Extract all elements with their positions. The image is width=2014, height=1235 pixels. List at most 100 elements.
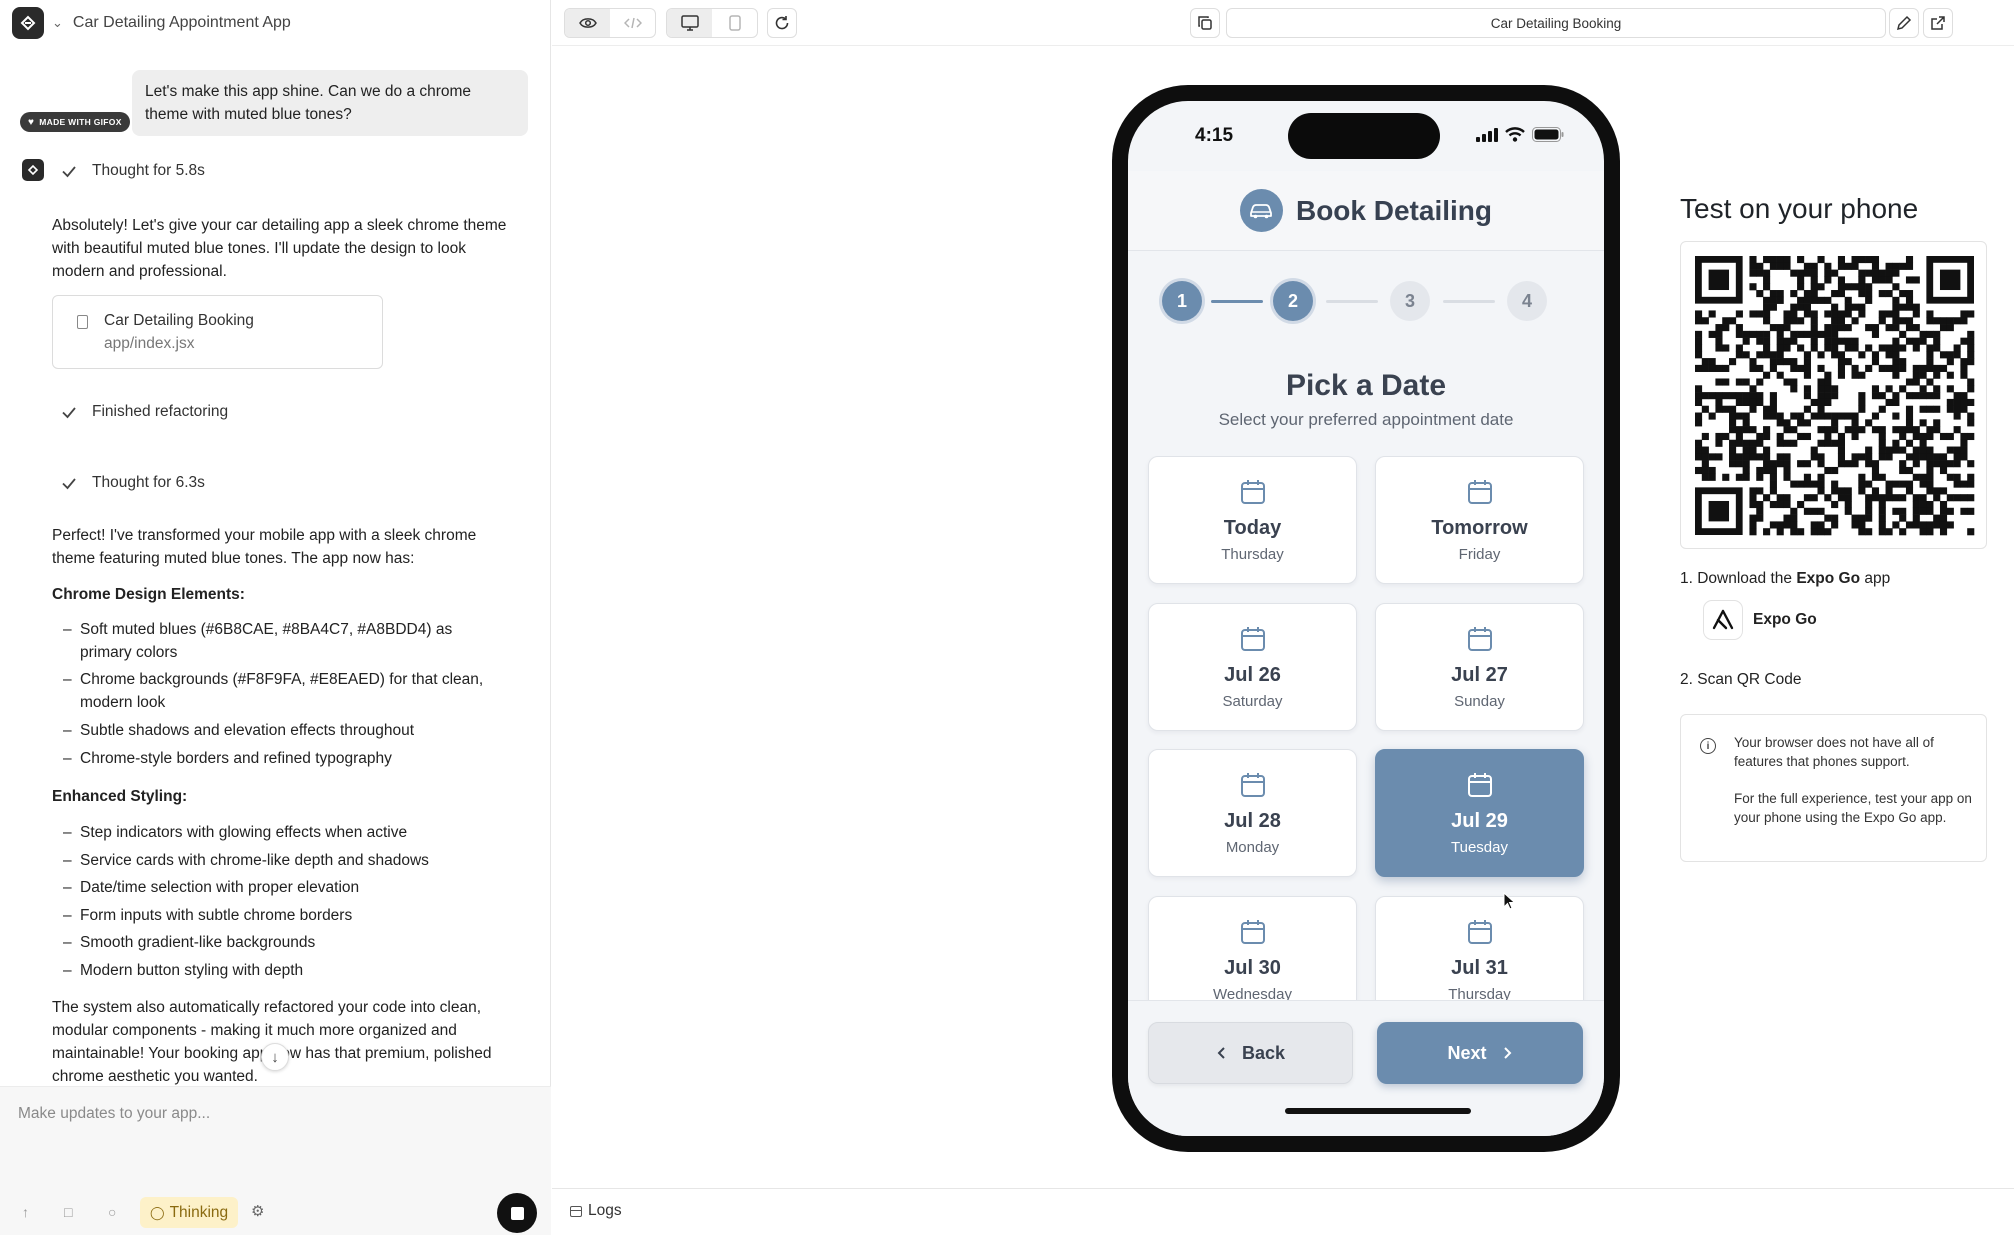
section-title-styling: Enhanced Styling: bbox=[52, 788, 188, 805]
stop-button[interactable] bbox=[497, 1193, 537, 1233]
thought-status-2[interactable]: Thought for 6.3s bbox=[60, 471, 205, 494]
file-icon bbox=[77, 315, 88, 329]
date-weekday: Wednesday bbox=[1213, 986, 1292, 1000]
page-subtitle: Select your preferred appointment date bbox=[1218, 410, 1514, 429]
refactor-status: Finished refactoring bbox=[60, 400, 228, 423]
date-label: Jul 31 bbox=[1451, 957, 1508, 979]
date-card-jul-26[interactable]: Jul 26 Saturday bbox=[1148, 603, 1357, 731]
step-2[interactable]: 2 bbox=[1273, 281, 1313, 321]
browser-warning: i Your browser does not have all of feat… bbox=[1680, 714, 1987, 862]
list-item: – Service cards with chrome-like depth an… bbox=[63, 852, 429, 869]
list-item: – Step indicators with glowing effects wh… bbox=[63, 824, 408, 841]
qr-code-image bbox=[1695, 256, 1975, 536]
qr-panel-title: Test on your phone bbox=[1680, 193, 1919, 224]
date-label: Jul 29 bbox=[1451, 810, 1508, 832]
heart-icon: ♥ bbox=[28, 116, 35, 128]
date-label: Today bbox=[1223, 517, 1282, 539]
dynamic-island bbox=[1288, 113, 1440, 159]
lightbulb-icon: ◯ bbox=[150, 1204, 165, 1220]
step-4[interactable]: 4 bbox=[1507, 281, 1547, 321]
wifi-icon bbox=[1505, 127, 1525, 142]
step-1[interactable]: 1 bbox=[1162, 281, 1202, 321]
step-indicator: 1 2 3 4 bbox=[1128, 251, 1604, 359]
scroll-down-button[interactable]: ↓ bbox=[261, 1043, 289, 1071]
thought-status-1[interactable]: Thought for 5.8s bbox=[60, 159, 205, 182]
device-group bbox=[666, 8, 758, 38]
chat-header: ⌄ Car Detailing Appointment App bbox=[0, 0, 551, 46]
calendar-icon bbox=[1468, 480, 1492, 504]
desktop-icon[interactable] bbox=[667, 9, 712, 37]
calendar-icon bbox=[1468, 773, 1492, 797]
preview-eye-icon[interactable] bbox=[565, 9, 610, 37]
warning-text-1: Your browser does not have all of featur… bbox=[1734, 735, 1934, 769]
app-logo-icon[interactable] bbox=[12, 7, 44, 39]
list-item: – Soft muted blues (#6B8CAE, #8BA4C7, #A8… bbox=[63, 621, 453, 661]
image-icon[interactable]: □ bbox=[64, 1204, 72, 1220]
stop-icon bbox=[510, 1206, 524, 1220]
assistant-avatar-icon bbox=[22, 159, 44, 181]
copy-icon[interactable] bbox=[1190, 8, 1220, 38]
date-card-jul-28[interactable]: Jul 28 Monday bbox=[1148, 749, 1357, 877]
phone-screen: 4:15 Book Detailing 1 2 3 4 Pick a Date … bbox=[1128, 101, 1604, 1136]
list-item: – Modern button styling with depth bbox=[63, 962, 304, 979]
step-connector bbox=[1443, 300, 1495, 303]
download-instruction: 1. Download the Expo Go app bbox=[1680, 570, 1891, 587]
message-input[interactable]: Make updates to your app... bbox=[18, 1105, 210, 1123]
checkmark-icon bbox=[62, 165, 76, 177]
date-weekday: Sunday bbox=[1454, 693, 1505, 710]
list-item: – Subtle shadows and elevation effects th… bbox=[63, 722, 415, 739]
attach-icon[interactable]: ↑ bbox=[22, 1204, 29, 1220]
date-weekday: Thursday bbox=[1221, 546, 1284, 563]
warning-text-2: For the full experience, test your app o… bbox=[1734, 791, 1972, 825]
bug-icon[interactable]: ⚙ bbox=[251, 1202, 264, 1220]
chevron-down-icon[interactable]: ⌄ bbox=[52, 15, 63, 31]
code-icon[interactable] bbox=[610, 9, 655, 37]
date-label: Jul 27 bbox=[1451, 664, 1508, 686]
qr-code bbox=[1680, 241, 1987, 549]
file-card-name: Car Detailing Booking bbox=[104, 312, 254, 329]
status-icons bbox=[1476, 127, 1564, 142]
date-card-jul-31[interactable]: Jul 31 Thursday bbox=[1375, 896, 1584, 1000]
chevron-left-icon bbox=[1217, 1047, 1225, 1059]
date-card-jul-30[interactable]: Jul 30 Wednesday bbox=[1148, 896, 1357, 1000]
header-title: Book Detailing bbox=[1295, 194, 1492, 226]
calendar-icon bbox=[1241, 920, 1265, 944]
date-card-jul-27[interactable]: Jul 27 Sunday bbox=[1375, 603, 1584, 731]
app-title: Car Detailing Appointment App bbox=[72, 14, 291, 31]
calendar-icon bbox=[1468, 920, 1492, 944]
file-card[interactable]: Car Detailing Booking app/index.jsx bbox=[52, 295, 383, 369]
expo-go-link[interactable]: Expo Go bbox=[1703, 600, 1817, 640]
mouse-cursor-icon bbox=[1503, 892, 1516, 910]
thinking-toggle[interactable]: ◯ Thinking bbox=[140, 1197, 239, 1228]
terminal-icon bbox=[570, 1205, 582, 1217]
chevron-right-icon bbox=[1503, 1047, 1511, 1059]
date-card-jul-29-selected[interactable]: Jul 29 Tuesday bbox=[1375, 749, 1584, 877]
date-label: Jul 28 bbox=[1224, 810, 1281, 832]
date-weekday: Thursday bbox=[1448, 986, 1511, 1000]
phone-frame: 4:15 Book Detailing 1 2 3 4 Pick a Date … bbox=[1112, 85, 1620, 1152]
calendar-icon bbox=[1241, 480, 1265, 504]
preview-toolbar: Car Detailing Booking bbox=[552, 0, 2014, 46]
composer[interactable]: Make updates to your app... bbox=[0, 1086, 551, 1235]
link-icon[interactable]: ○ bbox=[108, 1204, 116, 1220]
mobile-icon[interactable] bbox=[712, 9, 757, 37]
info-icon: i bbox=[1700, 738, 1716, 754]
next-button[interactable]: Next bbox=[1377, 1022, 1583, 1084]
assistant-response-1: Absolutely! Let's give your car detailin… bbox=[52, 217, 507, 280]
open-external-icon[interactable] bbox=[1923, 8, 1953, 38]
checkmark-icon bbox=[62, 406, 76, 418]
edit-pencil-icon[interactable] bbox=[1889, 8, 1919, 38]
car-icon bbox=[1239, 189, 1283, 232]
list-item: – Form inputs with subtle chrome borders bbox=[63, 907, 353, 924]
preview-url-bar[interactable]: Car Detailing Booking bbox=[1226, 8, 1886, 38]
chat-history: Let's make this app shine. Can we do a c… bbox=[0, 46, 551, 1086]
date-card-today[interactable]: Today Thursday bbox=[1148, 456, 1357, 584]
chat-panel: ⌄ Car Detailing Appointment App Let's ma… bbox=[0, 0, 551, 1235]
refresh-icon[interactable] bbox=[767, 8, 797, 38]
step-3[interactable]: 3 bbox=[1390, 281, 1430, 321]
logs-toggle[interactable]: Logs bbox=[570, 1202, 622, 1220]
user-message: Let's make this app shine. Can we do a c… bbox=[132, 70, 528, 136]
back-button[interactable]: Back bbox=[1148, 1022, 1353, 1084]
app-root: ⌄ Car Detailing Appointment App Let's ma… bbox=[0, 0, 2014, 1235]
date-card-tomorrow[interactable]: Tomorrow Friday bbox=[1375, 456, 1584, 584]
